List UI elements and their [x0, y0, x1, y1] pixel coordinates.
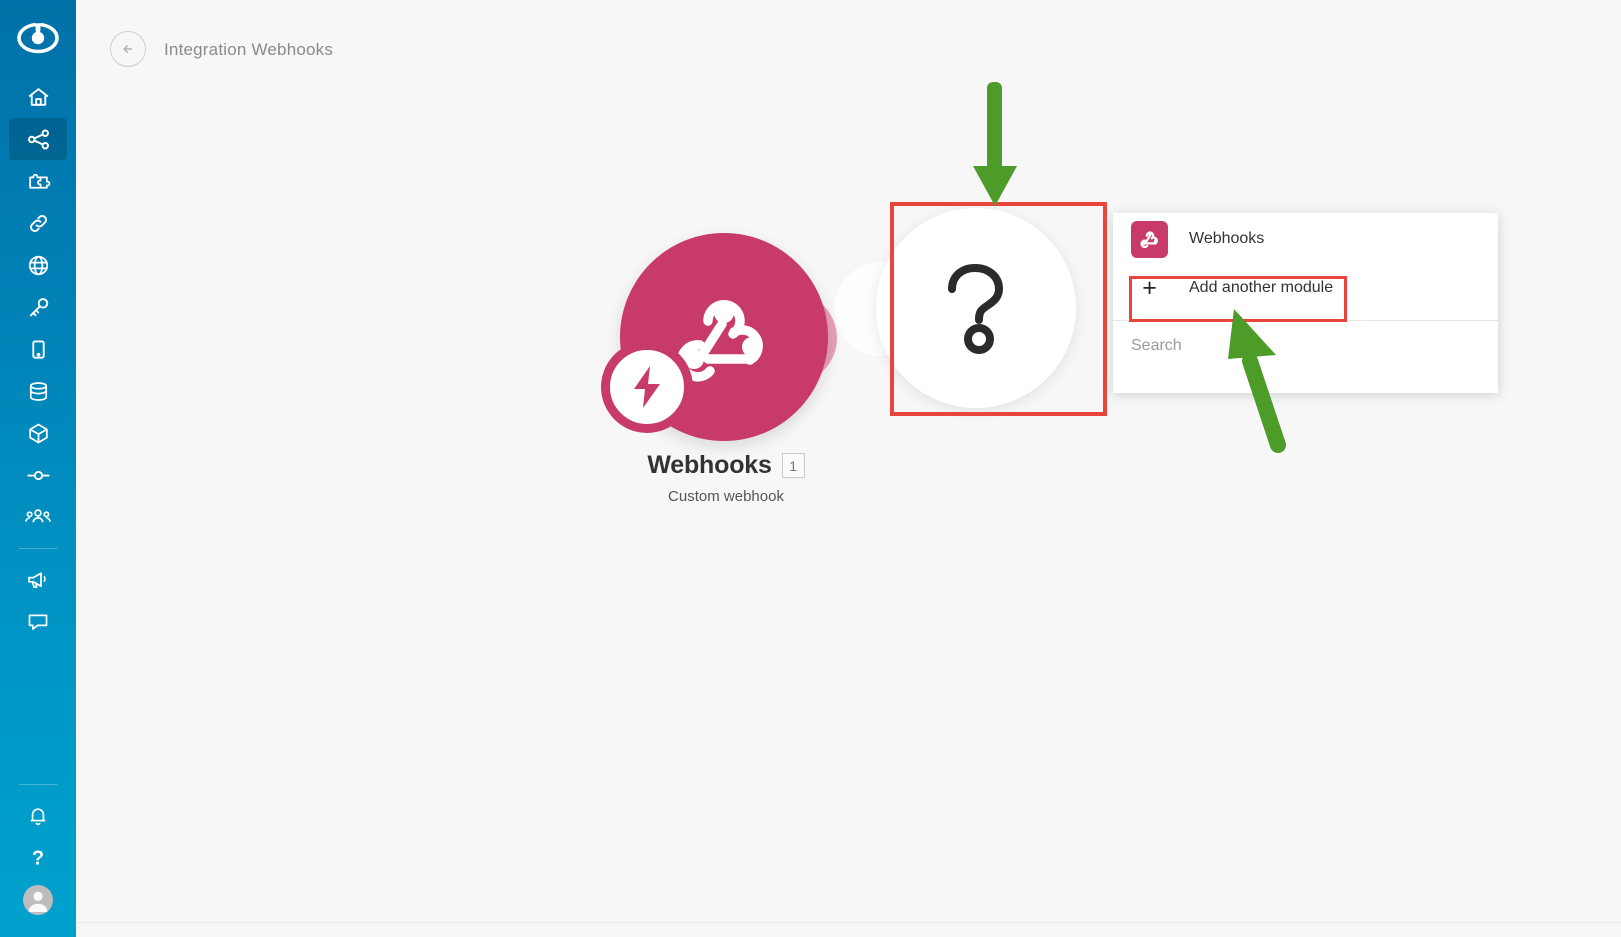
module-number-badge: 1: [781, 453, 805, 478]
dropdown-item-label: Webhooks: [1189, 230, 1265, 247]
puzzle-piece-icon: [28, 173, 50, 189]
app-root: ? Integration Webhooks Webhooks 1 Custom…: [0, 0, 1621, 937]
sidebar-item-devices[interactable]: [9, 328, 67, 370]
chat-bubble-icon: [28, 614, 48, 630]
database-icon: [29, 381, 47, 401]
share-nodes-icon: [27, 129, 49, 149]
sidebar-item-notifications[interactable]: [9, 795, 67, 837]
sidebar-item-news[interactable]: [9, 559, 67, 601]
users-icon: [25, 509, 51, 523]
sidebar-item-data-stores[interactable]: [9, 370, 67, 412]
module-title: Webhooks: [647, 451, 772, 479]
left-sidebar: ?: [0, 0, 76, 937]
sidebar-item-templates[interactable]: [9, 160, 67, 202]
sidebar-divider-2: [19, 784, 57, 785]
lightning-bolt-icon: [634, 366, 660, 408]
dropdown-item-add-another-module[interactable]: + Add another module: [1113, 265, 1498, 311]
sidebar-item-support-chat[interactable]: [9, 601, 67, 643]
sidebar-item-scenarios[interactable]: [9, 118, 67, 160]
svg-text:?: ?: [32, 848, 44, 870]
search-placeholder: Search: [1131, 337, 1182, 354]
annotation-highlight-placeholder: [890, 202, 1107, 416]
link-icon: [29, 214, 47, 232]
module-title-row: Webhooks 1: [601, 451, 851, 480]
module-instant-badge: [601, 341, 693, 433]
page-title: Integration Webhooks: [164, 40, 334, 59]
page-header: Integration Webhooks: [76, 0, 1621, 108]
webhooks-icon: [1131, 220, 1168, 258]
app-logo[interactable]: [0, 0, 76, 76]
plus-icon: +: [1142, 273, 1157, 302]
node-connector-icon: [26, 470, 50, 480]
back-arrow-circle-icon: [123, 45, 133, 53]
key-icon: [29, 297, 48, 316]
sidebar-item-keys[interactable]: [9, 286, 67, 328]
back-button[interactable]: [110, 31, 146, 67]
bottom-toolbar: Run once OFF SCHEDULING: [76, 737, 1621, 937]
sidebar-item-connections[interactable]: [9, 202, 67, 244]
bell-icon: [30, 808, 46, 826]
sidebar-item-webhooks[interactable]: [9, 244, 67, 286]
megaphone-icon: [28, 572, 46, 589]
dropdown-item-label: Add another module: [1189, 279, 1334, 296]
sidebar-item-data-structures[interactable]: [9, 412, 67, 454]
sidebar-item-home[interactable]: [9, 76, 67, 118]
sidebar-divider-1: [19, 548, 57, 549]
module-node-webhooks[interactable]: Webhooks 1 Custom webhook: [601, 213, 851, 513]
question-mark-icon: ?: [32, 848, 44, 870]
home-icon: [28, 87, 48, 106]
sidebar-item-help[interactable]: ?: [9, 837, 67, 879]
module-picker-dropdown[interactable]: Webhooks + Add another module Search: [1113, 213, 1498, 393]
integromat-logo-icon: [17, 19, 59, 54]
module-subtitle: Custom webhook: [668, 488, 784, 505]
bottom-divider: [76, 922, 1621, 923]
sidebar-item-team[interactable]: [9, 496, 67, 538]
globe-icon: [28, 255, 48, 275]
sidebar-item-api[interactable]: [9, 454, 67, 496]
device-icon: [31, 339, 45, 359]
avatar-icon: [23, 885, 53, 915]
cube-icon: [28, 423, 48, 443]
dropdown-search-input[interactable]: Search: [1113, 321, 1498, 371]
dropdown-item-webhooks[interactable]: Webhooks: [1113, 213, 1498, 265]
scenario-canvas[interactable]: Webhooks 1 Custom webhook Webhooks + Add…: [76, 82, 1621, 757]
sidebar-item-profile[interactable]: [9, 879, 67, 921]
